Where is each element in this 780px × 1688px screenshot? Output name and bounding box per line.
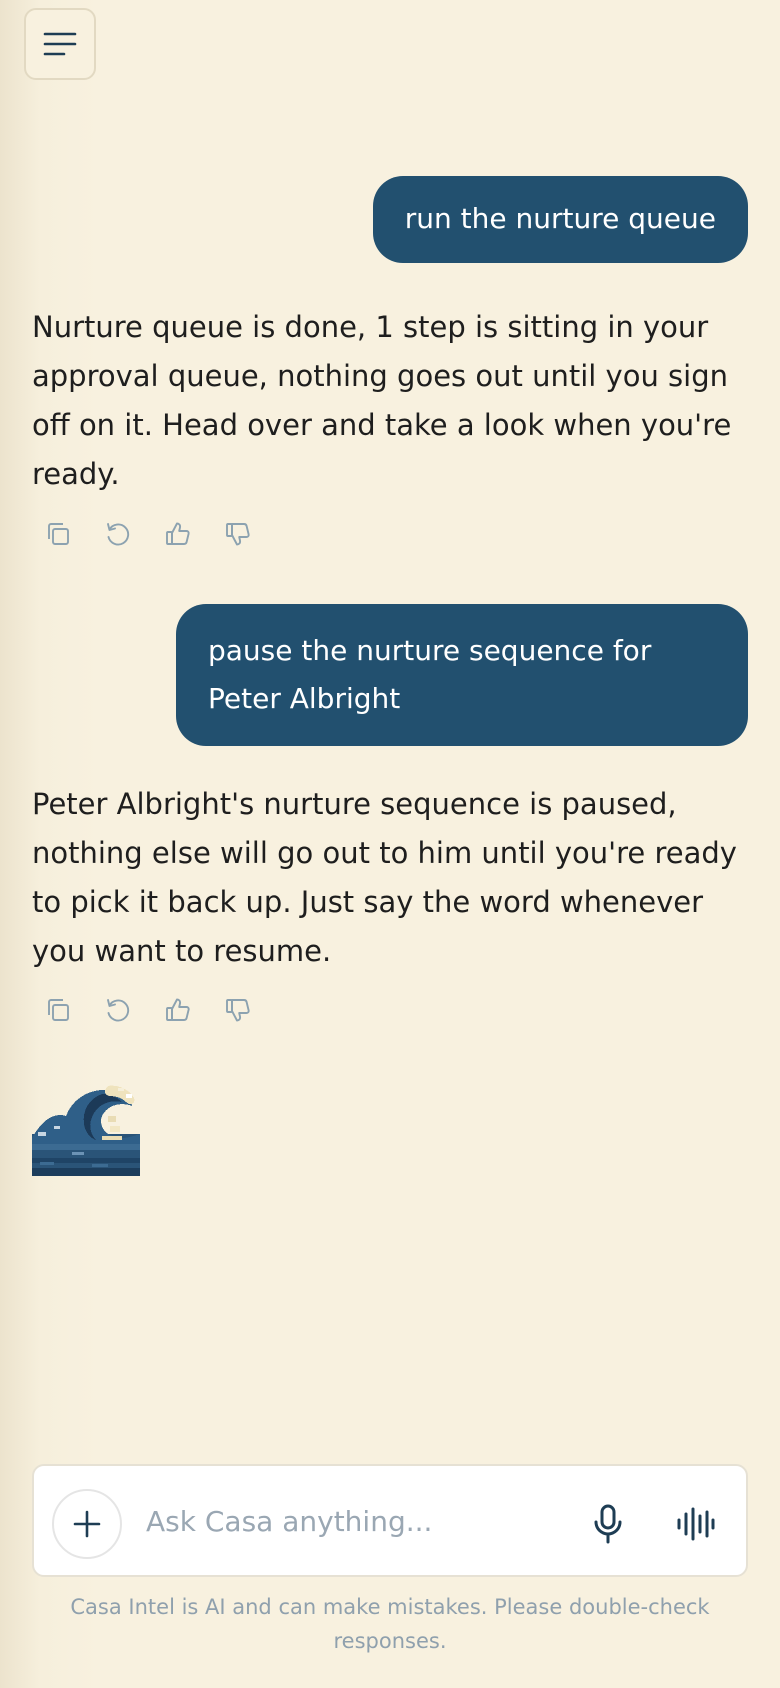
hamburger-menu-icon xyxy=(43,32,77,56)
chat-input[interactable] xyxy=(146,1496,556,1546)
message-actions xyxy=(44,520,252,548)
retry-icon[interactable] xyxy=(104,520,132,548)
assistant-message: Peter Albright's nurture sequence is pau… xyxy=(32,787,737,968)
ai-disclaimer: Casa Intel is AI and can make mistakes. … xyxy=(70,1595,710,1653)
copy-icon[interactable] xyxy=(44,996,72,1024)
voice-waveform-icon xyxy=(677,1507,715,1541)
mic-button[interactable] xyxy=(588,1502,628,1546)
attach-button[interactable] xyxy=(52,1489,122,1559)
retry-icon[interactable] xyxy=(104,996,132,1024)
message-actions xyxy=(44,996,252,1024)
user-message-text: run the nurture queue xyxy=(404,202,716,235)
copy-icon[interactable] xyxy=(44,520,72,548)
user-message-bubble: run the nurture queue xyxy=(372,176,748,263)
chat-composer xyxy=(32,1464,748,1577)
thumbs-down-icon[interactable] xyxy=(224,996,252,1024)
voice-mode-button[interactable] xyxy=(674,1504,718,1544)
assistant-message: Nurture queue is done, 1 step is sitting… xyxy=(32,310,732,491)
user-message-bubble: pause the nurture sequence for Peter Alb… xyxy=(176,604,748,746)
microphone-icon xyxy=(594,1504,622,1544)
wave-logo-icon xyxy=(32,1085,140,1176)
thumbs-up-icon[interactable] xyxy=(164,996,192,1024)
user-message-text: pause the nurture sequence for Peter Alb… xyxy=(208,634,652,715)
menu-button[interactable] xyxy=(24,8,96,80)
thumbs-down-icon[interactable] xyxy=(224,520,252,548)
thumbs-up-icon[interactable] xyxy=(164,520,192,548)
plus-icon xyxy=(73,1510,101,1538)
